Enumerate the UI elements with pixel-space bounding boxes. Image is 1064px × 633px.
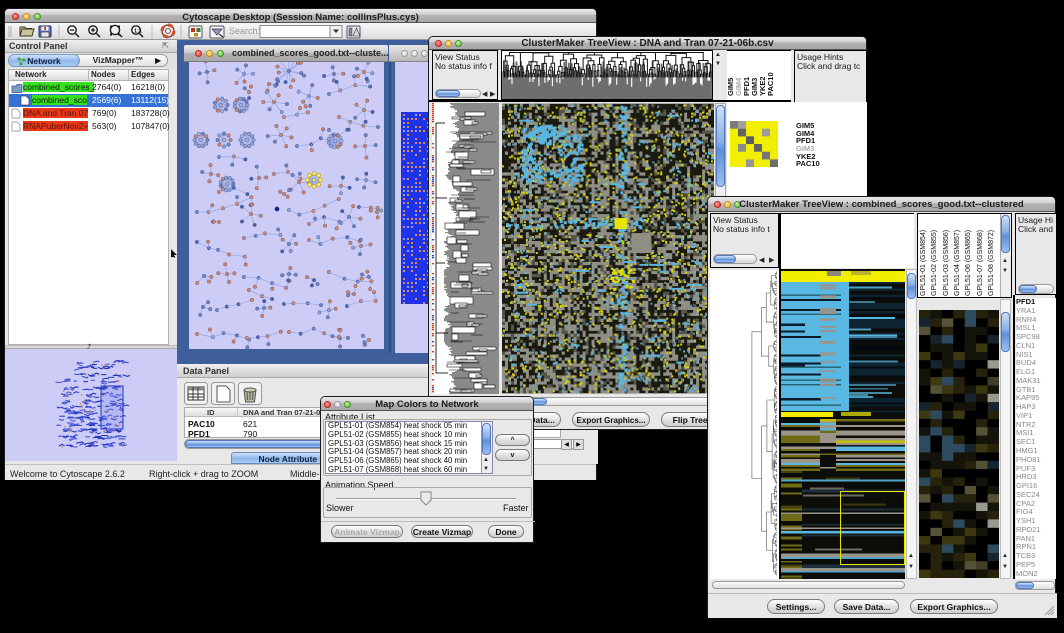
svg-text:1:1: 1:1 — [134, 29, 142, 35]
svg-text:Search:: Search: — [229, 26, 260, 36]
